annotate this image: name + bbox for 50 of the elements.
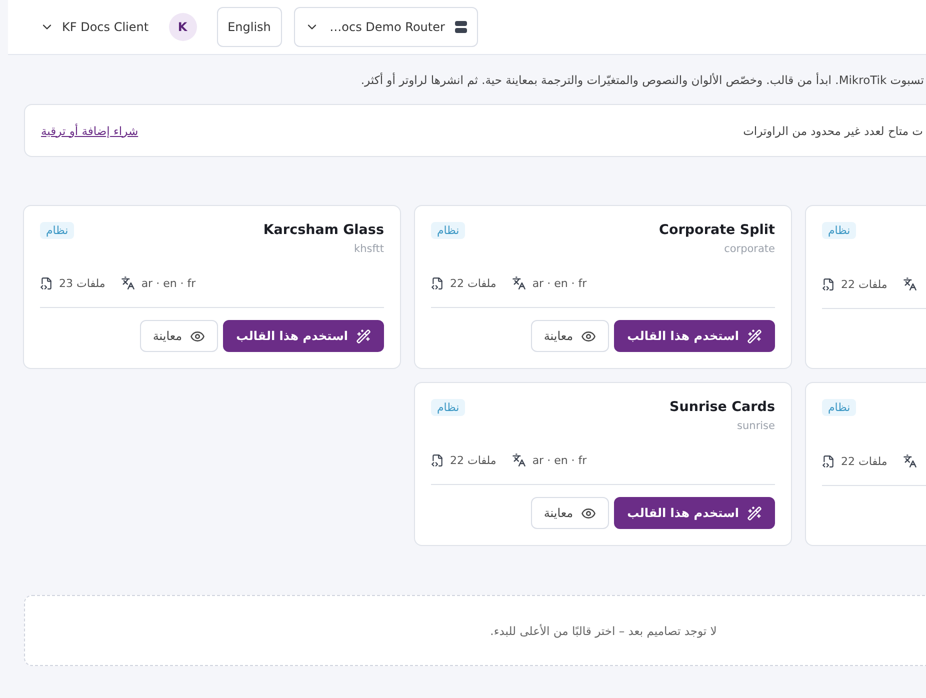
template-slug: khsftt (354, 243, 384, 255)
magic-wand-icon (356, 328, 371, 344)
system-tag: نظام (431, 222, 466, 239)
intro-text: تسبوت MikroTik. ابدأ من قالب. وخصّص الألوان والنصوص والمتغيّرات والترجمة بمعاينة حية. ثم انشرها لراوتر أو أكثر. (360, 72, 925, 88)
template-title: Karcsham Glass (263, 222, 384, 238)
file-count: ملفات 22 (841, 278, 888, 290)
languages-text: ar · en · fr (532, 276, 587, 290)
template-slug: corporate (724, 243, 775, 255)
account-menu[interactable]: KF Docs Client K (32, 13, 205, 41)
router-selector[interactable]: …ocs Demo Router (294, 7, 478, 47)
translate-icon (121, 276, 136, 290)
magic-wand-icon (747, 328, 762, 344)
eye-icon (581, 328, 596, 344)
file-count: ملفات 22 (450, 276, 496, 290)
system-tag: نظام (431, 399, 466, 416)
eye-icon (190, 328, 206, 344)
file-count: ملفات 22 (450, 454, 496, 467)
template-title: Sunrise Cards (670, 399, 775, 415)
magic-wand-icon (747, 506, 762, 520)
use-template-button[interactable]: استخدم هذا القالب (223, 320, 384, 352)
server-icon (454, 21, 467, 33)
use-template-button[interactable]: استخدم هذا القالب (614, 320, 775, 352)
system-tag: نظام (40, 222, 74, 239)
upgrade-link[interactable]: شراء إضافة أو ترقية (41, 124, 138, 138)
avatar: K (168, 13, 197, 41)
preview-button[interactable]: معاينة (530, 497, 610, 529)
template-slug: sunrise (737, 420, 775, 432)
system-tag: نظام (822, 399, 856, 416)
empty-state-text: لا توجد تصاميم بعد – اختر قالبًا من الأعلى للبدء. (490, 624, 717, 638)
file-code-icon (822, 454, 835, 468)
file-code-icon (431, 276, 444, 290)
file-count: ملفات 23 (59, 276, 106, 290)
template-title: Corporate Split (659, 222, 775, 238)
languages-text: ar · en · fr (141, 276, 196, 290)
translate-icon (903, 277, 918, 291)
system-tag: نظام (822, 222, 856, 239)
translate-icon (512, 453, 526, 468)
use-template-button[interactable]: استخدم هذا القالب (614, 497, 775, 529)
file-code-icon (40, 276, 53, 290)
languages-text: ar · en · fr (532, 454, 587, 467)
translate-icon (903, 454, 918, 468)
translate-icon (512, 276, 526, 290)
language-button[interactable]: English (216, 7, 282, 47)
file-code-icon (431, 454, 444, 467)
file-count: ملفات 22 (841, 454, 888, 468)
preview-button[interactable]: معاينة (140, 320, 218, 352)
eye-icon (581, 506, 596, 520)
preview-button[interactable]: معاينة (530, 320, 610, 352)
banner-text: ت متاح لعدد غير محدود من الراوترات (743, 124, 923, 138)
file-code-icon (822, 278, 835, 290)
